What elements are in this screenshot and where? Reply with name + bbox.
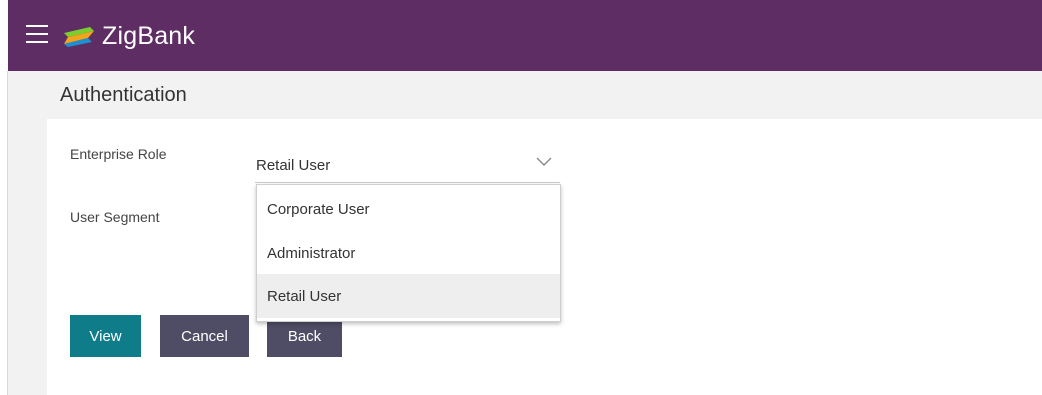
view-button[interactable]: View	[70, 315, 141, 357]
dropdown-option-retail-user[interactable]: Retail User	[257, 274, 560, 318]
hamburger-menu-icon[interactable]	[26, 25, 48, 43]
cancel-button[interactable]: Cancel	[160, 315, 249, 357]
enterprise-role-select[interactable]: Retail User	[255, 144, 560, 183]
window-edge	[0, 0, 8, 71]
enterprise-role-value: Retail User	[256, 157, 331, 174]
enterprise-role-dropdown: Corporate User Administrator Retail User	[256, 184, 561, 322]
enterprise-role-label: Enterprise Role	[70, 146, 167, 162]
chevron-down-icon	[536, 157, 552, 166]
brand-logo[interactable]: ZigBank	[62, 21, 195, 51]
dropdown-option-label: Corporate User	[267, 201, 370, 218]
dropdown-option-label: Administrator	[267, 245, 356, 262]
dropdown-option-label: Retail User	[267, 288, 342, 305]
page-title: Authentication	[60, 84, 187, 106]
user-segment-label: User Segment	[70, 209, 160, 225]
zigbank-logo-icon	[64, 27, 94, 47]
dropdown-option-administrator[interactable]: Administrator	[257, 231, 560, 275]
brand-name: ZigBank	[102, 21, 196, 50]
page-edge-divider	[7, 71, 8, 395]
dropdown-option-corporate-user[interactable]: Corporate User	[257, 187, 560, 231]
